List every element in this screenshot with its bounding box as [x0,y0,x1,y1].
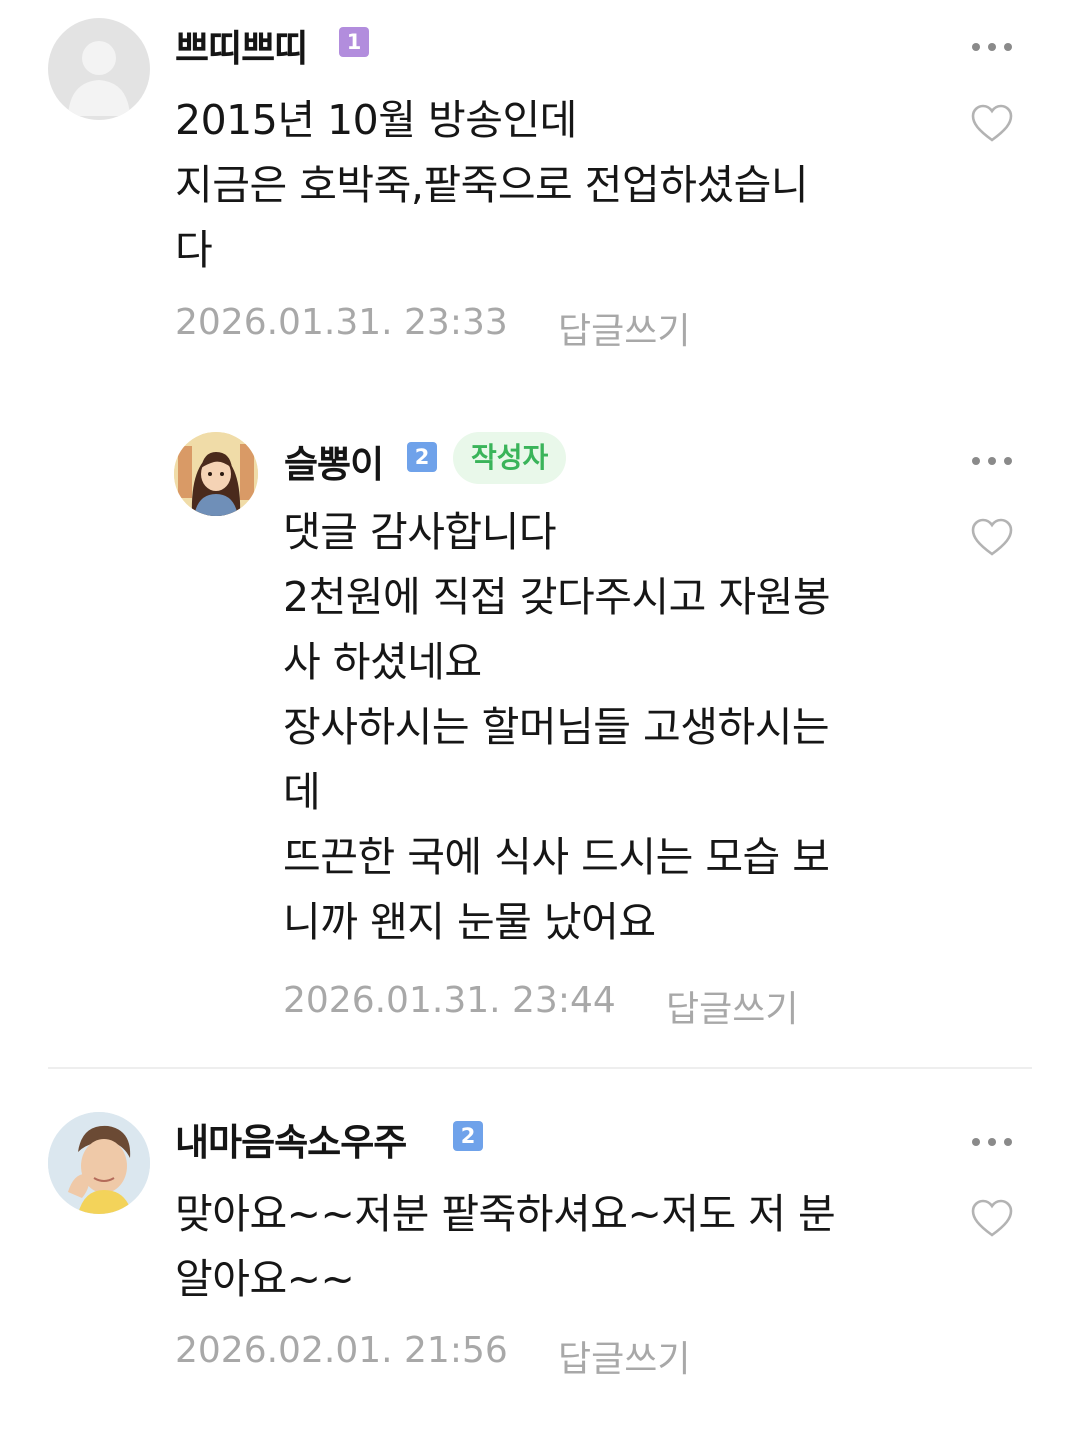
author-badge: 작성자 [453,432,567,484]
reply-button[interactable]: 답글쓰기 [558,1330,690,1382]
heart-icon[interactable] [970,517,1014,557]
comment-nickname[interactable]: 쁘띠쁘띠 [175,18,308,72]
level-badge: 2 [407,442,437,472]
comment-divider [48,1067,1032,1069]
comment-date: 2026.01.31. 23:33 [175,302,508,343]
level-badge: 1 [339,27,369,57]
default-avatar-icon[interactable] [48,18,150,120]
level-badge: 2 [453,1121,483,1151]
comment-date: 2026.02.01. 21:56 [175,1330,508,1371]
reply-button[interactable]: 답글쓰기 [666,980,798,1032]
more-options-icon[interactable] [972,1135,1012,1149]
avatar[interactable] [48,1112,150,1214]
comment-nickname[interactable]: 내마음속소우주 [175,1112,407,1166]
comment-text: 맞아요~~저분 팥죽하셔요~저도 저 분 알아요~~ [175,1190,836,1303]
heart-icon[interactable] [970,1198,1014,1238]
comment-date: 2026.01.31. 23:44 [283,980,616,1021]
comment-nickname[interactable]: 슬뽕이 [284,434,384,488]
reply-button[interactable]: 답글쓰기 [558,302,690,354]
comment-text: 댓글 감사합니다 2천원에 직접 갖다주시고 자원봉 사 하셨네요 장사하시는 … [283,508,831,946]
comment-text: 2015년 10월 방송인데 지금은 호박죽,팥죽으로 전업하셨습니 다 [175,96,809,274]
heart-icon[interactable] [970,103,1014,143]
more-options-icon[interactable] [972,454,1012,468]
avatar[interactable] [174,432,258,516]
more-options-icon[interactable] [972,40,1012,54]
